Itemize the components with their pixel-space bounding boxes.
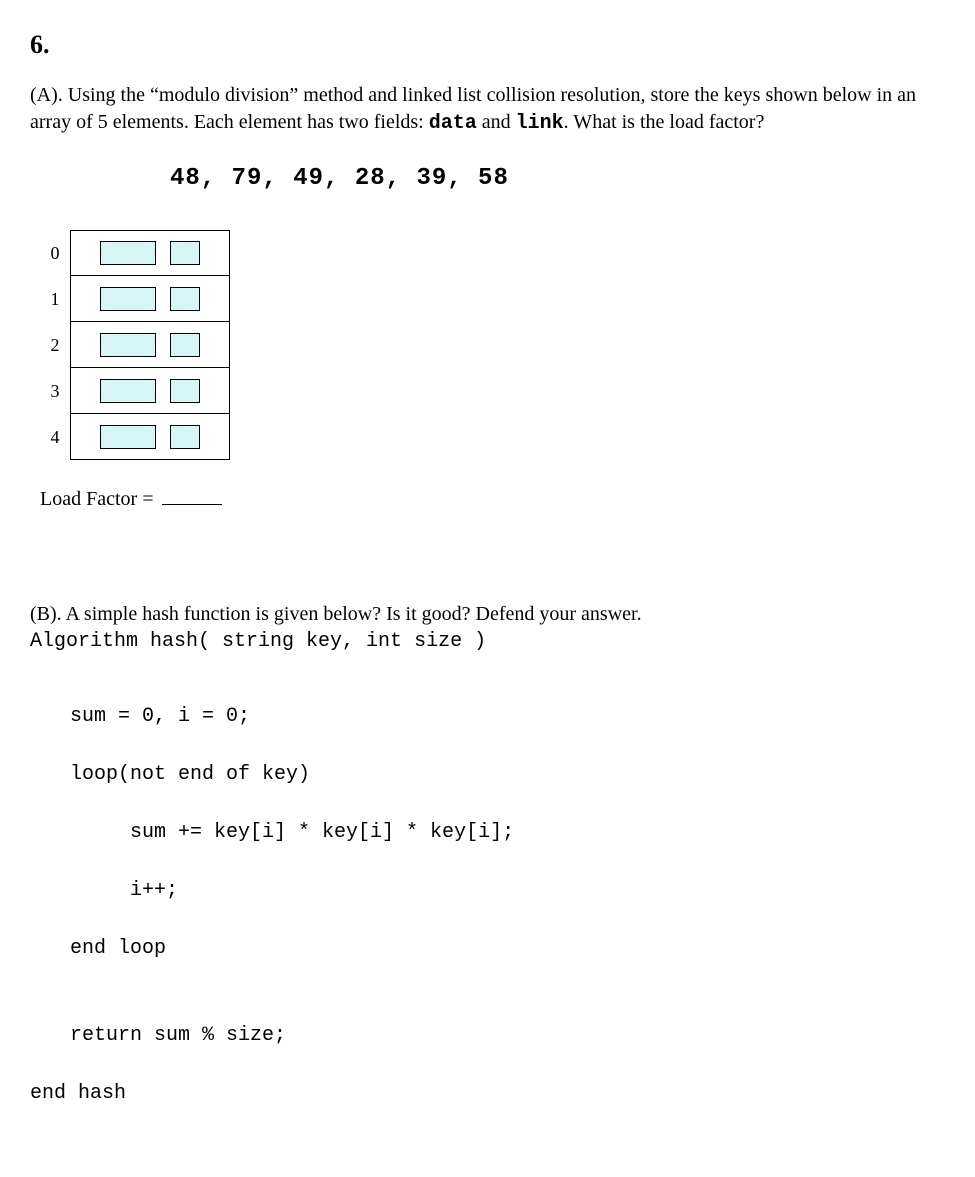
link-field-box	[170, 287, 200, 311]
field-link-word: link	[516, 112, 564, 135]
array-slot	[70, 368, 230, 414]
code-line: end loop	[70, 934, 945, 963]
table-row: 4	[40, 414, 945, 460]
algorithm-signature: Algorithm hash( string key, int size )	[30, 630, 945, 653]
row-index: 3	[40, 381, 70, 402]
part-a-label: (A).	[30, 84, 63, 106]
array-slot	[70, 414, 230, 460]
hash-table-diagram: 0 1 2 3 4	[40, 230, 945, 460]
data-field-box	[100, 287, 156, 311]
row-index: 4	[40, 427, 70, 448]
link-field-box	[170, 241, 200, 265]
array-slot	[70, 322, 230, 368]
data-field-box	[100, 241, 156, 265]
link-field-box	[170, 425, 200, 449]
row-index: 1	[40, 289, 70, 310]
part-a-prompt: (A). Using the “modulo division” method …	[30, 82, 945, 137]
row-index: 0	[40, 243, 70, 264]
part-b-prompt: (B). A simple hash function is given bel…	[30, 601, 945, 628]
part-b-label: (B).	[30, 603, 62, 625]
load-factor-line: Load Factor =	[40, 488, 945, 511]
code-line: end hash	[30, 1079, 945, 1108]
code-line: loop(not end of key)	[70, 760, 945, 789]
load-factor-label: Load Factor =	[40, 488, 153, 510]
array-slot	[70, 230, 230, 276]
part-a-text2: . What is the load factor?	[564, 111, 765, 133]
part-b-text: A simple hash function is given below? I…	[62, 603, 642, 625]
link-field-box	[170, 333, 200, 357]
question-number: 6.	[30, 30, 945, 60]
table-row: 0	[40, 230, 945, 276]
code-line: i++;	[70, 876, 945, 905]
keys-list: 48, 79, 49, 28, 39, 58	[170, 165, 945, 192]
load-factor-blank	[162, 504, 222, 505]
array-slot	[70, 276, 230, 322]
data-field-box	[100, 379, 156, 403]
code-line: sum += key[i] * key[i] * key[i];	[70, 818, 945, 847]
algorithm-body: sum = 0, i = 0; loop(not end of key) sum…	[70, 673, 945, 1137]
and-word: and	[477, 111, 516, 133]
table-row: 3	[40, 368, 945, 414]
table-row: 2	[40, 322, 945, 368]
data-field-box	[100, 333, 156, 357]
row-index: 2	[40, 335, 70, 356]
data-field-box	[100, 425, 156, 449]
code-line: return sum % size;	[70, 1021, 945, 1050]
table-row: 1	[40, 276, 945, 322]
code-line: sum = 0, i = 0;	[70, 702, 945, 731]
link-field-box	[170, 379, 200, 403]
field-data-word: data	[429, 112, 477, 135]
